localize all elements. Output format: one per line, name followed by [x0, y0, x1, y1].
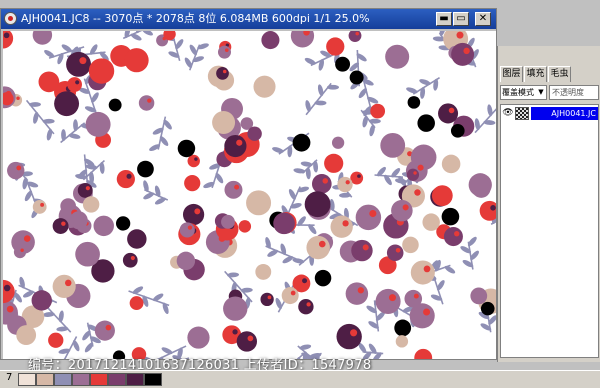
tab-fill[interactable]: 填充 — [524, 66, 547, 82]
app-icon[interactable] — [4, 12, 17, 25]
color-swatch[interactable] — [54, 373, 72, 386]
chevron-down-icon[interactable]: ▼ — [537, 87, 545, 97]
document-window: AJH0041.JC8 -- 3070点 * 2078点 8位 6.084MB … — [0, 8, 497, 360]
opacity-field[interactable]: 不透明度 — [549, 85, 599, 100]
color-swatch[interactable] — [126, 373, 144, 386]
layers-panel: 图层 填充 毛虫 覆盖模式 ▼ 不透明度 👁 AJH0041.JC — [497, 46, 600, 362]
tab-layers[interactable]: 图层 — [500, 66, 523, 82]
layer-thumbnail — [515, 107, 529, 120]
color-swatch[interactable] — [90, 373, 108, 386]
document-title: AJH0041.JC8 -- 3070点 * 2078点 8位 6.084MB … — [21, 9, 370, 29]
close-button[interactable]: ✕ — [475, 12, 491, 26]
layer-name[interactable]: AJH0041.JC — [531, 107, 598, 120]
minimize-button[interactable]: ▬ — [436, 12, 452, 26]
status-bar: 7 — [0, 370, 600, 388]
document-titlebar[interactable]: AJH0041.JC8 -- 3070点 * 2078点 8位 6.084MB … — [1, 9, 496, 29]
tab-brush[interactable]: 毛虫 — [548, 66, 571, 82]
color-swatch[interactable] — [36, 373, 54, 386]
color-swatch[interactable] — [144, 373, 162, 386]
eye-icon[interactable]: 👁 — [502, 107, 514, 120]
color-swatch[interactable] — [108, 373, 126, 386]
image-canvas[interactable] — [3, 31, 496, 359]
color-swatch[interactable] — [18, 373, 36, 386]
color-swatch[interactable] — [72, 373, 90, 386]
layer-list: 👁 AJH0041.JC — [500, 104, 599, 358]
floral-pattern — [3, 31, 496, 359]
layer-row[interactable]: 👁 AJH0041.JC — [501, 107, 598, 120]
page-number: 7 — [6, 372, 12, 383]
maximize-button[interactable]: ▭ — [453, 12, 469, 26]
